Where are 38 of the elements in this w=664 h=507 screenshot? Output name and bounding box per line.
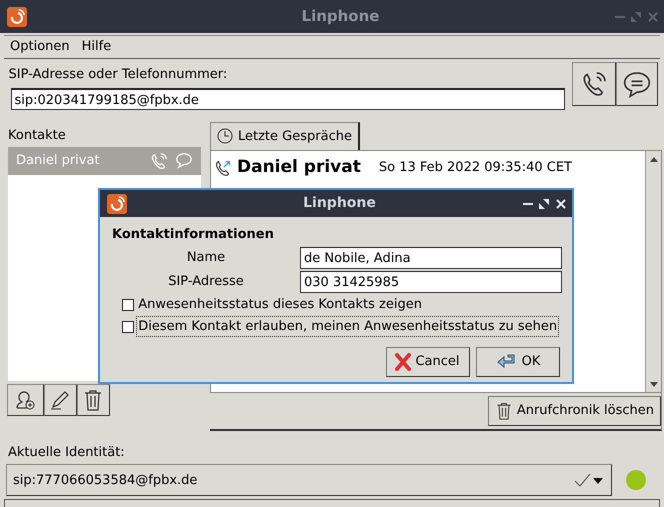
call-button[interactable] bbox=[572, 62, 616, 106]
chat-button[interactable] bbox=[616, 62, 658, 106]
maximize-icon[interactable] bbox=[539, 198, 549, 208]
scrollbar[interactable] bbox=[645, 150, 661, 392]
checkbox[interactable] bbox=[122, 298, 134, 310]
app-logo-icon bbox=[106, 194, 126, 214]
address-field[interactable]: sip:020341799185@fpbx.de bbox=[10, 88, 565, 110]
delete-contact-button[interactable] bbox=[76, 384, 110, 416]
clear-history-button[interactable]: Anrufchronik löschen bbox=[488, 396, 661, 426]
menu-item[interactable]: Optionen bbox=[4, 35, 76, 59]
trash-icon bbox=[82, 388, 104, 412]
address-label: SIP-Adresse oder Telefonnummer: bbox=[8, 66, 228, 84]
history-tab[interactable]: Letzte Gespräche bbox=[210, 122, 360, 150]
identity-dropdown[interactable]: sip:777066053584@fpbx.de bbox=[6, 464, 612, 496]
field-label: SIP-Adresse bbox=[167, 272, 245, 291]
call-time: So 13 Feb 2022 09:35:40 CET bbox=[378, 158, 572, 177]
checkbox[interactable] bbox=[122, 320, 134, 332]
checkbox-label[interactable]: Anwesenheitsstatus dieses Kontakts zeigen bbox=[137, 294, 423, 314]
clock-icon bbox=[217, 128, 233, 144]
dialog-title: Linphone bbox=[302, 194, 377, 213]
ok-button[interactable]: OK bbox=[476, 346, 560, 376]
field-label: Name bbox=[186, 248, 226, 267]
window-title: Linphone bbox=[300, 6, 380, 28]
contacts-label: Kontakte bbox=[7, 126, 67, 145]
cancel-icon bbox=[395, 352, 412, 370]
text-field[interactable]: 030 31425985 bbox=[300, 270, 562, 292]
caller-name: Daniel privat bbox=[237, 156, 361, 179]
section-heading: Kontaktinformationen bbox=[112, 226, 275, 244]
text-field[interactable]: de Nobile, Adina bbox=[300, 246, 562, 268]
edit-contact-button[interactable] bbox=[44, 384, 76, 416]
checkmark-icon bbox=[573, 472, 591, 488]
add-contact-button[interactable] bbox=[6, 384, 44, 416]
cancel-button[interactable]: Cancel bbox=[386, 346, 470, 376]
identity-label: Aktuelle Identität: bbox=[7, 444, 126, 462]
menu-item[interactable]: Hilfe bbox=[76, 35, 118, 59]
contact-name: Daniel privat bbox=[16, 152, 101, 170]
checkbox-label[interactable]: Diesem Kontakt erlauben, meinen Anwesenheitsstatus zu sehen bbox=[137, 316, 558, 336]
app-logo-icon bbox=[6, 6, 26, 26]
